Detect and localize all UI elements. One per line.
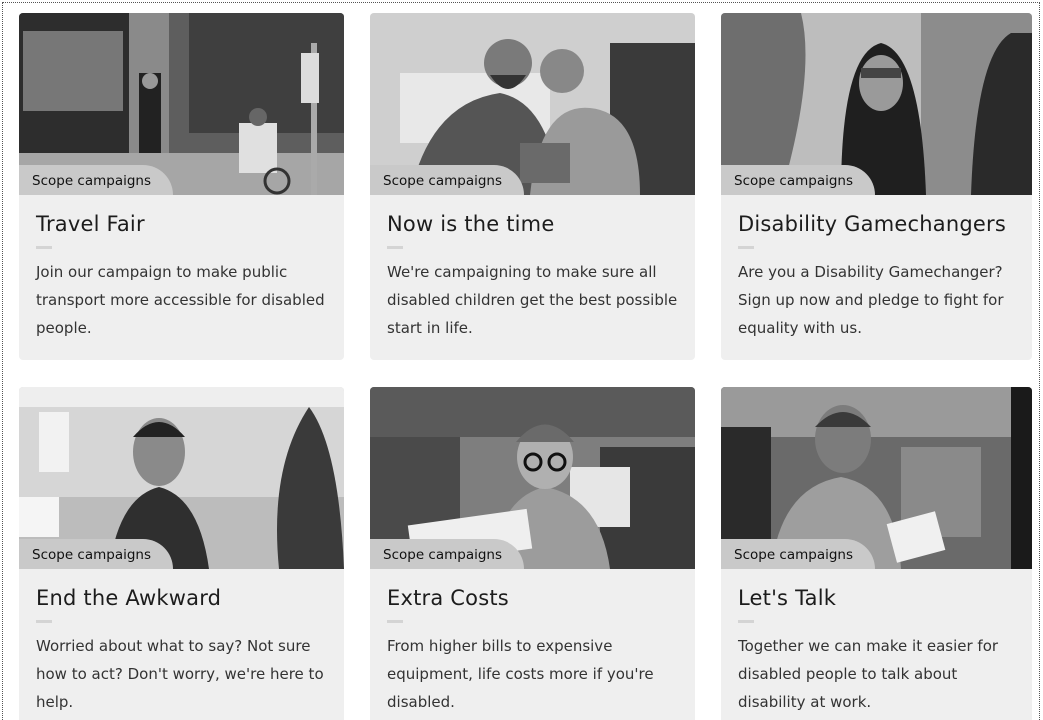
title-divider bbox=[738, 620, 754, 623]
campaign-tag[interactable]: Scope campaigns bbox=[19, 165, 174, 195]
campaign-tag[interactable]: Scope campaigns bbox=[19, 539, 174, 569]
campaign-image[interactable]: Scope campaigns bbox=[370, 387, 695, 569]
campaign-title[interactable]: Travel Fair bbox=[36, 212, 327, 236]
campaign-description: Worried about what to say? Not sure how … bbox=[36, 637, 324, 711]
campaign-description: Are you a Disability Gamechanger? Sign u… bbox=[738, 263, 1004, 337]
title-divider bbox=[387, 246, 403, 249]
campaign-card-now-is-the-time[interactable]: Scope campaigns Now is the time We're ca… bbox=[370, 13, 695, 360]
campaign-tag[interactable]: Scope campaigns bbox=[370, 539, 525, 569]
campaign-title[interactable]: Let's Talk bbox=[738, 586, 1015, 610]
campaign-description: From higher bills to expensive equipment… bbox=[387, 637, 654, 711]
campaign-image[interactable]: Scope campaigns bbox=[721, 387, 1032, 569]
title-divider bbox=[36, 246, 52, 249]
campaign-card-travel-fair[interactable]: Scope campaigns Travel Fair Join our cam… bbox=[19, 13, 344, 360]
campaign-image[interactable]: Scope campaigns bbox=[19, 387, 344, 569]
campaign-card-extra-costs[interactable]: Scope campaigns Extra Costs From higher … bbox=[370, 387, 695, 720]
campaign-description: Join our campaign to make public transpo… bbox=[36, 263, 325, 337]
campaign-image[interactable]: Scope campaigns bbox=[370, 13, 695, 195]
campaign-card-lets-talk[interactable]: Scope campaigns Let's Talk Together we c… bbox=[721, 387, 1032, 720]
campaign-tag[interactable]: Scope campaigns bbox=[721, 165, 876, 195]
title-divider bbox=[738, 246, 754, 249]
campaign-description: Together we can make it easier for disab… bbox=[738, 637, 999, 711]
campaign-description: We're campaigning to make sure all disab… bbox=[387, 263, 678, 337]
campaign-tag[interactable]: Scope campaigns bbox=[370, 165, 525, 195]
title-divider bbox=[387, 620, 403, 623]
campaign-title[interactable]: Disability Gamechangers bbox=[738, 212, 1015, 236]
title-divider bbox=[36, 620, 52, 623]
campaign-card-end-the-awkward[interactable]: Scope campaigns End the Awkward Worried … bbox=[19, 387, 344, 720]
campaign-image[interactable]: Scope campaigns bbox=[721, 13, 1032, 195]
campaign-grid: Scope campaigns Travel Fair Join our cam… bbox=[19, 13, 1032, 720]
campaign-title[interactable]: Extra Costs bbox=[387, 586, 678, 610]
campaign-card-disability-gamechangers[interactable]: Scope campaigns Disability Gamechangers … bbox=[721, 13, 1032, 360]
campaign-title[interactable]: End the Awkward bbox=[36, 586, 327, 610]
campaign-title[interactable]: Now is the time bbox=[387, 212, 678, 236]
campaign-image[interactable]: Scope campaigns bbox=[19, 13, 344, 195]
campaign-tag[interactable]: Scope campaigns bbox=[721, 539, 876, 569]
